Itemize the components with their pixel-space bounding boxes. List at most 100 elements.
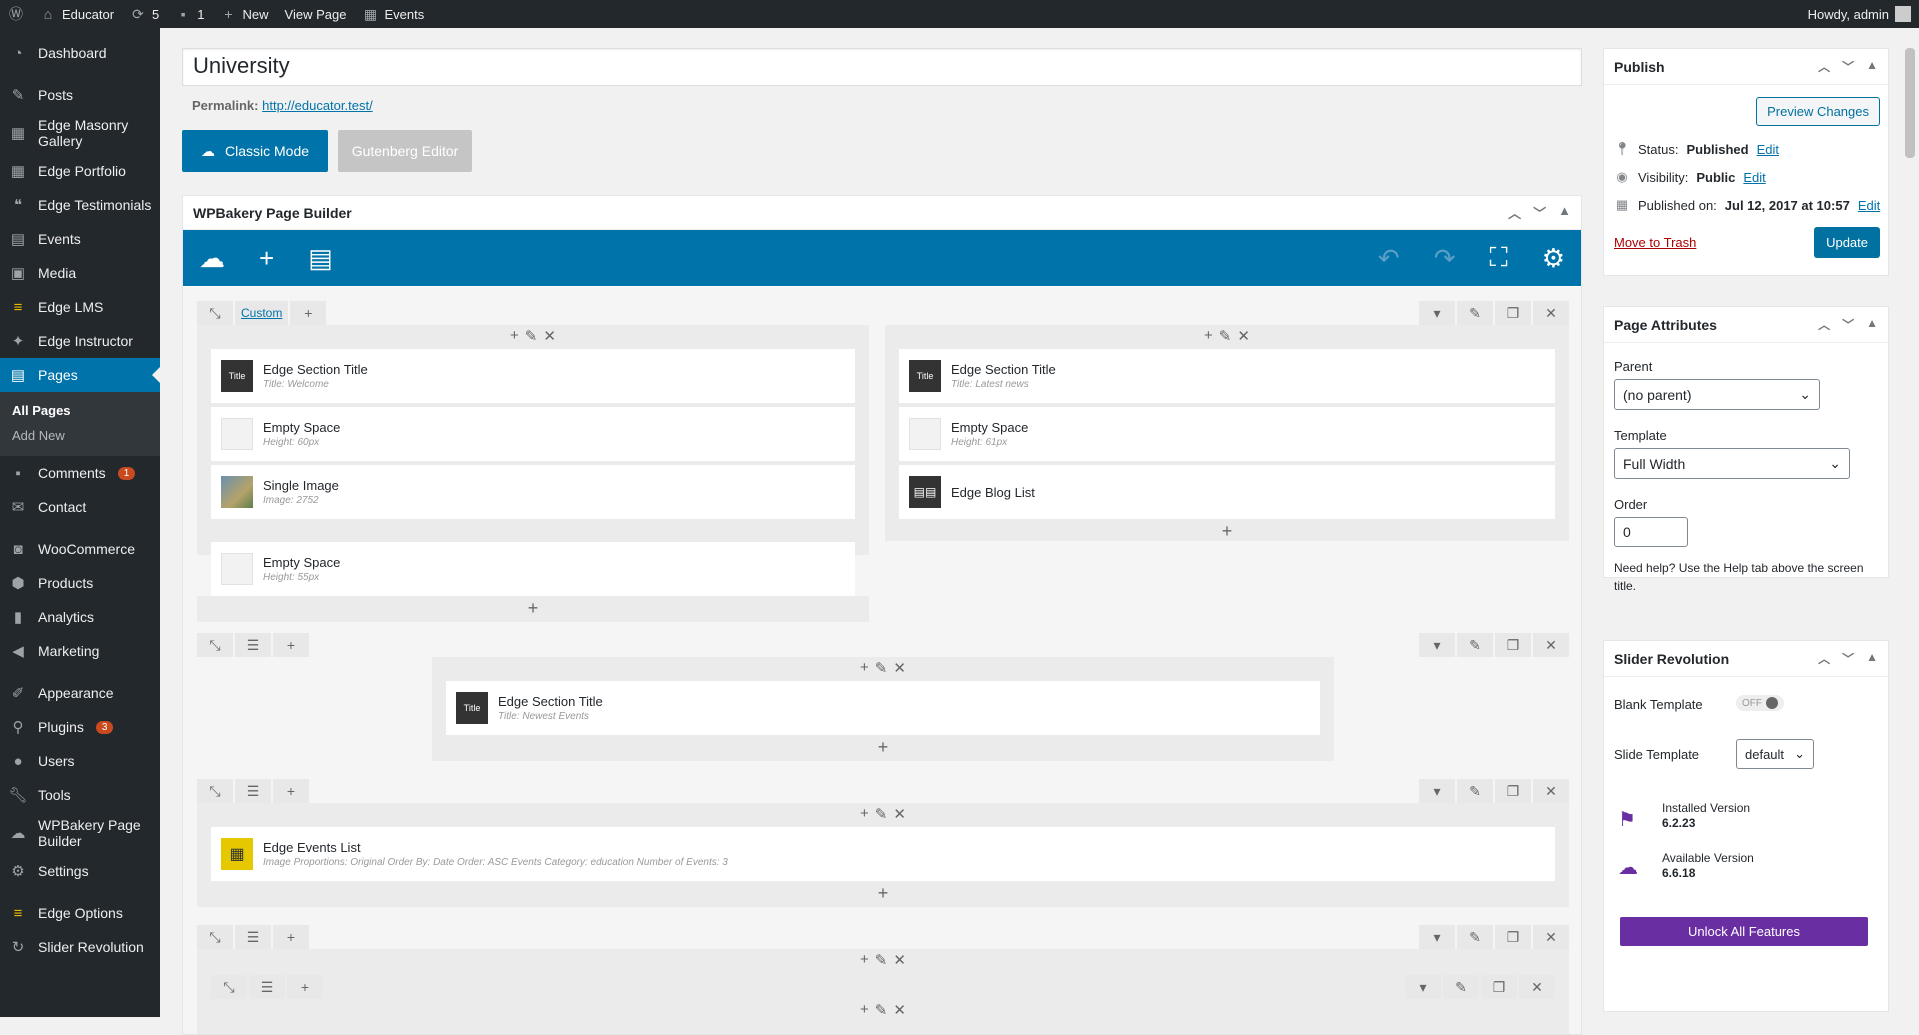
order-input[interactable]: 0 xyxy=(1614,517,1688,547)
edit-date-link[interactable]: Edit xyxy=(1858,198,1880,213)
sidebar-item-plugins[interactable]: ⚲ Plugins 3 xyxy=(0,710,160,744)
inner-row-drag-icon[interactable]: ⤡ xyxy=(211,975,247,999)
delete-icon[interactable]: ✕ xyxy=(1533,301,1569,325)
sidebar-item-slider-revolution[interactable]: ↻ Slider Revolution xyxy=(0,930,160,964)
delete-icon[interactable]: ✕ xyxy=(1519,975,1555,999)
plus-icon[interactable]: + xyxy=(860,659,869,677)
sidebar-item-settings[interactable]: ⚙ Settings xyxy=(0,854,160,888)
post-title-input[interactable]: University xyxy=(182,48,1582,86)
close-icon[interactable]: ✕ xyxy=(893,1001,906,1019)
sidebar-item-pages[interactable]: ▤ Pages xyxy=(0,358,160,392)
chevron-down-icon[interactable]: ﹀ xyxy=(1842,58,1854,75)
preview-changes-button[interactable]: Preview Changes xyxy=(1756,97,1880,126)
add-column-icon[interactable]: + xyxy=(290,301,327,325)
row-toggle-icon[interactable]: ▾ xyxy=(1419,779,1455,803)
close-icon[interactable]: ✕ xyxy=(893,659,906,677)
add-element-icon[interactable]: + xyxy=(878,883,889,904)
sidebar-item-edge-testimonials[interactable]: ❝ Edge Testimonials xyxy=(0,188,160,222)
sidebar-item-events[interactable]: ▤ Events xyxy=(0,222,160,256)
layout-icon[interactable]: ☰ xyxy=(235,633,271,657)
plus-icon[interactable]: + xyxy=(860,1001,869,1019)
custom-layout-link[interactable]: Custom xyxy=(235,301,289,325)
sidebar-item-contact[interactable]: ✉ Contact xyxy=(0,490,160,524)
blank-template-toggle[interactable]: OFF xyxy=(1736,695,1784,711)
edit-icon[interactable]: ✎ xyxy=(1457,779,1493,803)
cloud-icon[interactable]: ☁ xyxy=(199,243,225,274)
row-toggle-icon[interactable]: ▾ xyxy=(1405,975,1441,999)
edit-icon[interactable]: ✎ xyxy=(1457,301,1493,325)
sidebar-item-woocommerce[interactable]: ◙ WooCommerce xyxy=(0,532,160,566)
edit-icon[interactable]: ✎ xyxy=(875,805,888,823)
plus-icon[interactable]: + xyxy=(510,327,519,345)
layout-icon[interactable]: ☰ xyxy=(249,975,285,999)
element-single-image[interactable]: Single Image Image: 2752 xyxy=(211,465,855,519)
sidebar-item-edge-masonry-gallery[interactable]: ▦ Edge Masonry Gallery xyxy=(0,112,160,154)
edit-icon[interactable]: ✎ xyxy=(875,951,888,969)
row-toggle-icon[interactable]: ▾ xyxy=(1419,925,1455,949)
collapse-icon[interactable]: ▲ xyxy=(1866,316,1878,333)
edit-icon[interactable]: ✎ xyxy=(1457,633,1493,657)
sidebar-item-edge-instructor[interactable]: ✦ Edge Instructor xyxy=(0,324,160,358)
clone-icon[interactable]: ❐ xyxy=(1495,925,1531,949)
account-menu[interactable]: Howdy, admin xyxy=(1800,0,1919,28)
templates-icon[interactable]: ▤ xyxy=(308,243,333,274)
edit-icon[interactable]: ✎ xyxy=(875,659,888,677)
close-icon[interactable]: ✕ xyxy=(1237,327,1250,345)
site-name-link[interactable]: ⌂ Educator xyxy=(32,0,122,28)
edit-icon[interactable]: ✎ xyxy=(1443,975,1479,999)
sidebar-item-posts[interactable]: ✎ Posts xyxy=(0,78,160,112)
sidebar-item-dashboard[interactable]: ◔ Dashboard xyxy=(0,36,160,70)
template-select[interactable]: Full Width ⌄ xyxy=(1614,448,1850,479)
add-element-icon[interactable]: + xyxy=(878,737,889,758)
classic-mode-button[interactable]: ☁ Classic Mode xyxy=(182,130,328,172)
updates-link[interactable]: ⟳ 5 xyxy=(122,0,167,28)
chevron-up-icon[interactable]: ︿ xyxy=(1818,650,1830,667)
add-element-icon[interactable]: + xyxy=(259,243,274,274)
view-page-link[interactable]: View Page xyxy=(277,0,355,28)
edit-status-link[interactable]: Edit xyxy=(1757,142,1779,157)
row-drag-icon[interactable]: ⤡ xyxy=(197,301,233,325)
sidebar-item-tools[interactable]: 🔧︎ Tools xyxy=(0,778,160,812)
plus-icon[interactable]: + xyxy=(860,951,869,969)
edit-icon[interactable]: ✎ xyxy=(525,327,538,345)
undo-icon[interactable]: ↶ xyxy=(1378,243,1400,274)
permalink-link[interactable]: http://educator.test/ xyxy=(262,98,373,113)
fullscreen-icon[interactable]: ⛶ xyxy=(1489,242,1507,274)
move-to-trash-link[interactable]: Move to Trash xyxy=(1614,235,1696,250)
sidebar-item-analytics[interactable]: ▮ Analytics xyxy=(0,600,160,634)
sidebar-item-edge-options[interactable]: ≡ Edge Options xyxy=(0,896,160,930)
wordpress-logo[interactable]: Ⓦ xyxy=(0,0,32,28)
comments-link[interactable]: ▪ 1 xyxy=(167,0,212,28)
scrollbar-thumb[interactable] xyxy=(1905,48,1915,158)
sidebar-item-wpbakery[interactable]: ☁ WPBakery Page Builder xyxy=(0,812,160,854)
chevron-up-icon[interactable]: ︿ xyxy=(1818,316,1830,333)
chevron-up-icon[interactable]: ︿ xyxy=(1818,58,1830,75)
add-element-icon[interactable]: + xyxy=(1222,521,1233,542)
row-toggle-icon[interactable]: ▾ xyxy=(1419,301,1455,325)
chevron-down-icon[interactable]: ﹀ xyxy=(1533,203,1546,222)
element-edge-blog-list[interactable]: ▤▤ Edge Blog List xyxy=(899,465,1555,519)
sidebar-item-users[interactable]: ● Users xyxy=(0,744,160,778)
delete-icon[interactable]: ✕ xyxy=(1533,633,1569,657)
new-content-link[interactable]: + New xyxy=(213,0,277,28)
edit-icon[interactable]: ✎ xyxy=(1457,925,1493,949)
chevron-up-icon[interactable]: ︿ xyxy=(1508,203,1521,222)
chevron-down-icon[interactable]: ﹀ xyxy=(1842,650,1854,667)
parent-select[interactable]: (no parent) ⌄ xyxy=(1614,379,1820,410)
close-icon[interactable]: ✕ xyxy=(893,805,906,823)
plus-icon[interactable]: + xyxy=(1204,327,1213,345)
layout-icon[interactable]: ☰ xyxy=(235,925,271,949)
element-empty-space[interactable]: Empty Space Height: 55px xyxy=(211,542,855,596)
add-column-icon[interactable]: + xyxy=(273,779,309,803)
clone-icon[interactable]: ❐ xyxy=(1495,633,1531,657)
unlock-all-features-button[interactable]: Unlock All Features xyxy=(1620,917,1868,946)
redo-icon[interactable]: ↷ xyxy=(1434,243,1456,274)
element-empty-space[interactable]: Empty Space Height: 61px xyxy=(899,407,1555,461)
element-edge-section-title[interactable]: Title Edge Section Title Title: Latest new… xyxy=(899,349,1555,403)
chevron-down-icon[interactable]: ﹀ xyxy=(1842,316,1854,333)
edit-icon[interactable]: ✎ xyxy=(875,1001,888,1019)
add-column-icon[interactable]: + xyxy=(273,633,309,657)
close-icon[interactable]: ✕ xyxy=(543,327,556,345)
collapse-icon[interactable]: ▲ xyxy=(1558,203,1571,222)
delete-icon[interactable]: ✕ xyxy=(1533,779,1569,803)
